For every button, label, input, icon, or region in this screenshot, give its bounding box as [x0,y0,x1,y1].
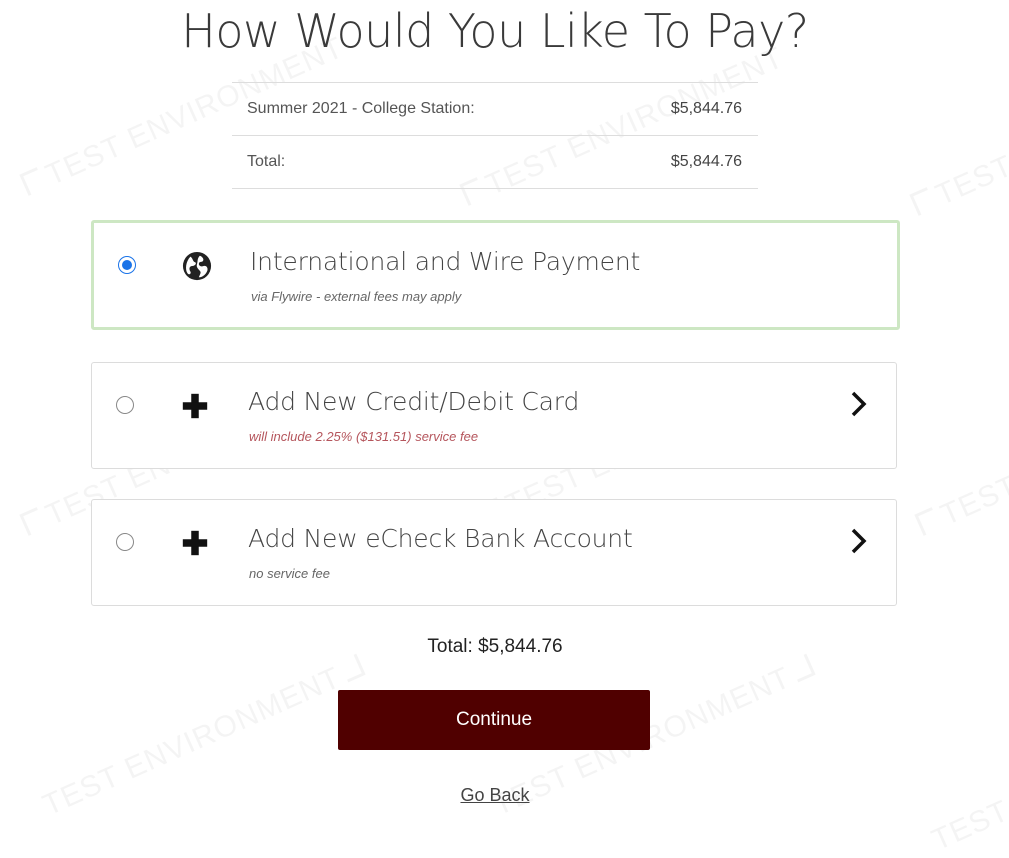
globe-icon [182,251,212,281]
option-title: Add New eCheck Bank Account [248,524,633,553]
payment-option-international-wire[interactable]: International and Wire Payment via Flywi… [91,220,900,330]
radio-echeck[interactable] [116,533,134,551]
plus-icon [182,530,208,556]
summary-row-term: Summer 2021 - College Station: $5,844.76 [232,83,758,136]
summary-term-label: Summer 2021 - College Station: [247,100,475,117]
chevron-right-icon[interactable] [848,389,870,419]
payment-option-echeck[interactable]: Add New eCheck Bank Account no service f… [91,499,897,606]
summary-row-total: Total: $5,844.76 [232,136,758,189]
go-back-container: Go Back [0,785,990,806]
option-subtitle: via Flywire - external fees may apply [251,289,462,304]
plus-icon [182,393,208,419]
radio-credit-debit[interactable] [116,396,134,414]
chevron-right-icon[interactable] [848,526,870,556]
option-title: International and Wire Payment [250,247,641,276]
go-back-link[interactable]: Go Back [460,785,529,805]
radio-international-wire[interactable] [118,256,136,274]
payment-summary: Summer 2021 - College Station: $5,844.76… [232,82,758,189]
summary-total-label: Total: [247,153,286,170]
option-title: Add New Credit/Debit Card [248,387,580,416]
continue-button[interactable]: Continue [338,690,650,750]
footer-total: Total: $5,844.76 [427,636,563,657]
option-subtitle: no service fee [249,566,330,581]
summary-term-amount: $5,844.76 [670,100,742,117]
payment-option-credit-debit[interactable]: Add New Credit/Debit Card will include 2… [91,362,897,469]
option-subtitle: will include 2.25% ($131.51) service fee [249,429,479,444]
page-title: How Would You Like To Pay? [181,4,809,58]
summary-total-amount: $5,844.76 [670,153,742,170]
